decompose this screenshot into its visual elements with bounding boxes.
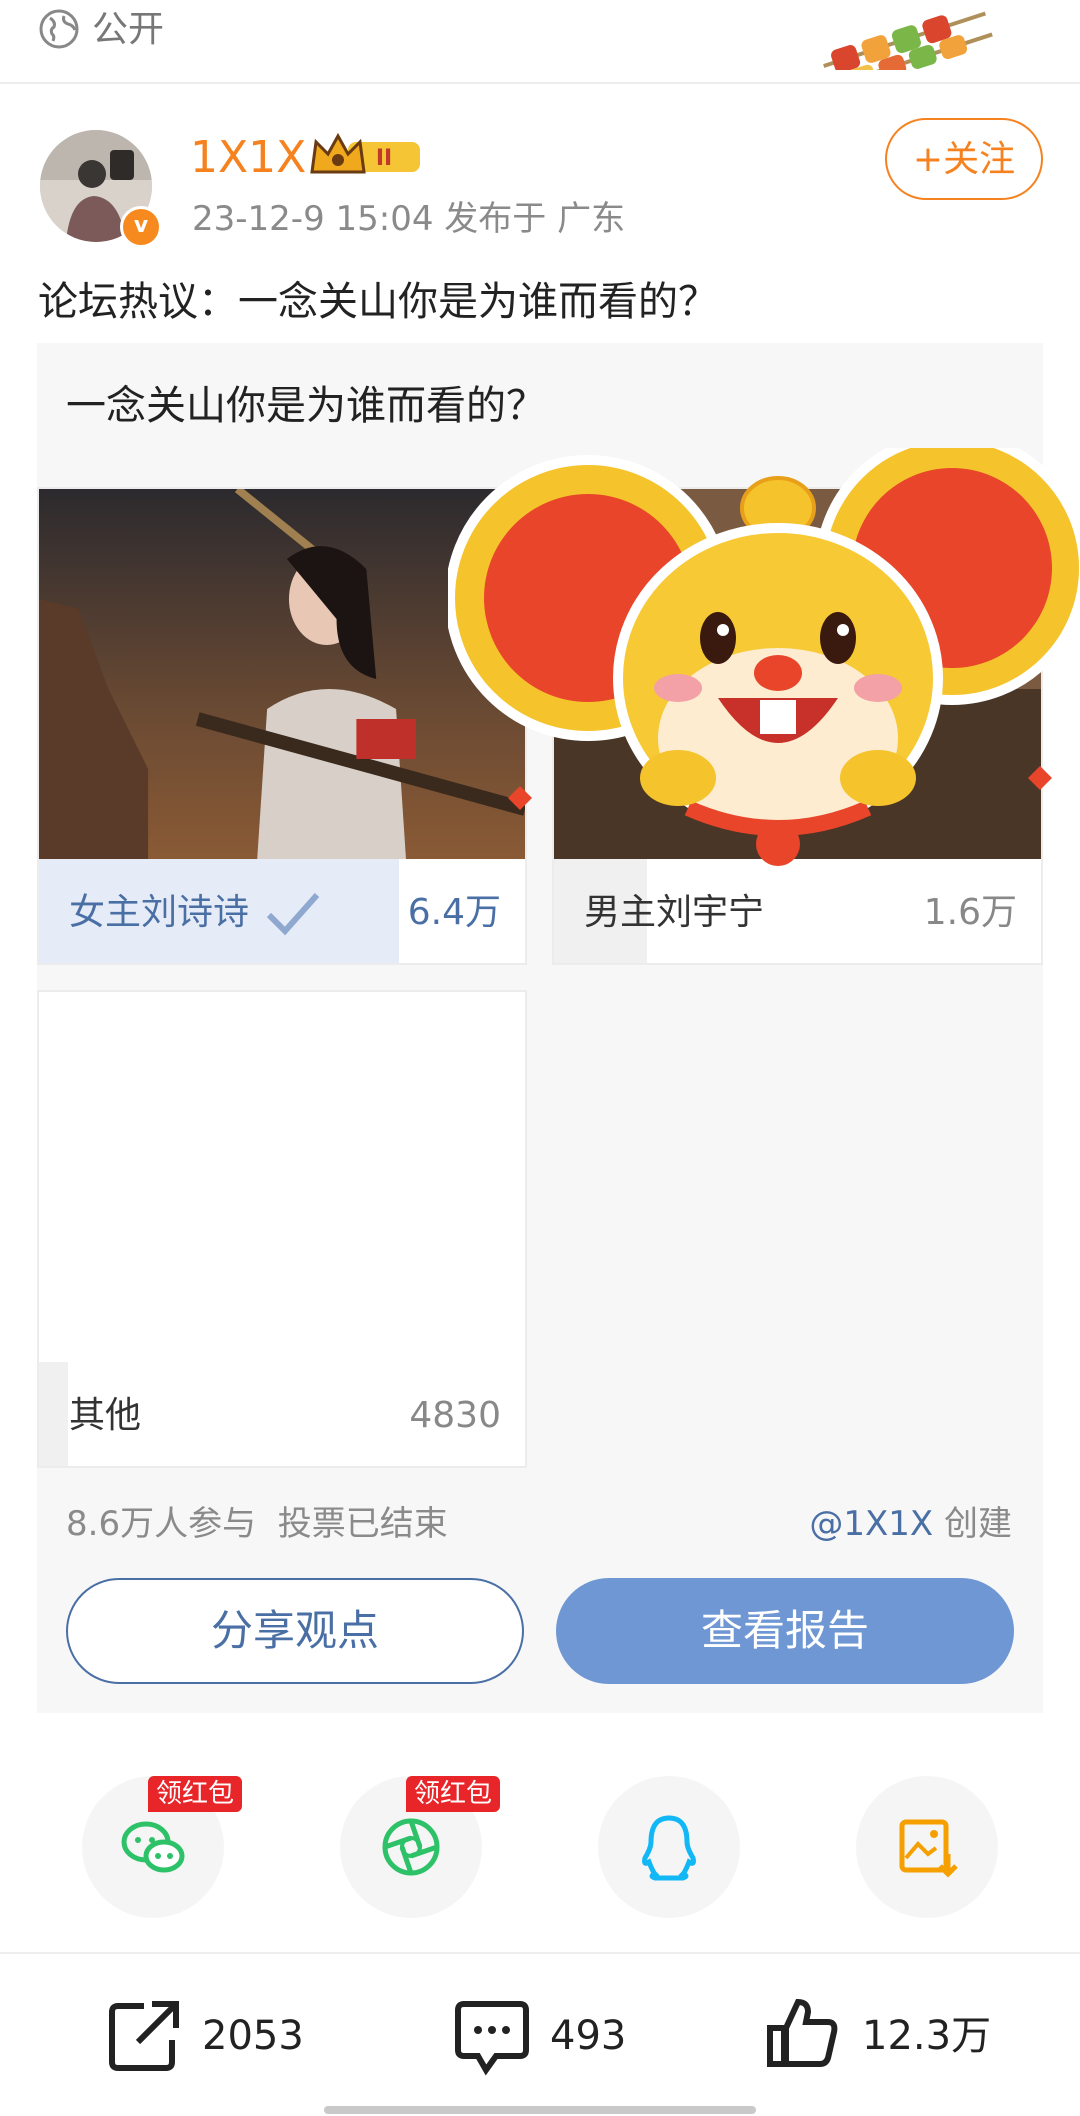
wechat-icon xyxy=(121,1821,185,1873)
poll-creator: @1X1X 创建 xyxy=(809,1500,1012,1548)
checkmark-icon xyxy=(266,893,320,936)
poll-participants: 8.6万人参与 xyxy=(66,1504,257,1544)
food-skewers-decoration xyxy=(823,11,993,70)
comment-icon[interactable] xyxy=(452,1996,532,2076)
poll-info: 8.6万人参与 投票已结束 xyxy=(66,1500,448,1548)
qq-icon xyxy=(642,1815,696,1881)
post-meta: 23-12-9 15:04 发布于 广东 xyxy=(192,199,626,239)
follow-button[interactable]: +关注 xyxy=(885,118,1043,200)
view-report-button[interactable]: 查看报告 xyxy=(556,1578,1014,1684)
visibility-label: 公开 xyxy=(92,9,165,50)
save-image-button[interactable] xyxy=(856,1776,998,1918)
verified-badge-icon: v xyxy=(120,206,162,248)
poll-status: 投票已结束 xyxy=(277,1504,448,1544)
home-indicator xyxy=(324,2106,756,2114)
comment-count[interactable]: 493 xyxy=(550,2008,626,2064)
crown-level-icon: II xyxy=(310,132,420,174)
poll-question: 一念关山你是为谁而看的？ xyxy=(66,383,546,429)
username[interactable]: 1X1X xyxy=(190,130,306,186)
repost-count[interactable]: 2053 xyxy=(202,2008,304,2064)
poll-creator-suffix: 创建 xyxy=(933,1504,1012,1544)
red-packet-tag: 领红包 xyxy=(406,1776,501,1812)
poll-option-label: 其他 xyxy=(69,1395,142,1436)
share-qq-button[interactable] xyxy=(598,1776,740,1918)
like-count[interactable]: 12.3万 xyxy=(862,2008,991,2064)
share-opinion-button[interactable]: 分享观点 xyxy=(66,1578,524,1684)
save-image-icon xyxy=(899,1819,958,1878)
red-packet-tag: 领红包 xyxy=(148,1776,243,1812)
poll-option-label: 女主刘诗诗 xyxy=(69,892,250,933)
level-badge-text: II xyxy=(376,146,392,171)
globe-icon xyxy=(39,9,79,49)
repost-icon[interactable] xyxy=(104,1996,184,2076)
poll-option-count: 4830 xyxy=(409,1395,501,1436)
poll-option-3[interactable]: 其他 4830 xyxy=(37,990,527,1468)
poll-creator-handle[interactable]: @1X1X xyxy=(809,1504,933,1544)
divider xyxy=(0,1952,1080,1954)
like-thumb-icon[interactable] xyxy=(764,1992,844,2072)
post-text: 论坛热议：一念关山你是为谁而看的？ xyxy=(38,279,718,325)
poll-option-bar xyxy=(39,1362,69,1466)
moments-icon xyxy=(382,1818,440,1876)
mouse-sticker xyxy=(448,448,1080,866)
